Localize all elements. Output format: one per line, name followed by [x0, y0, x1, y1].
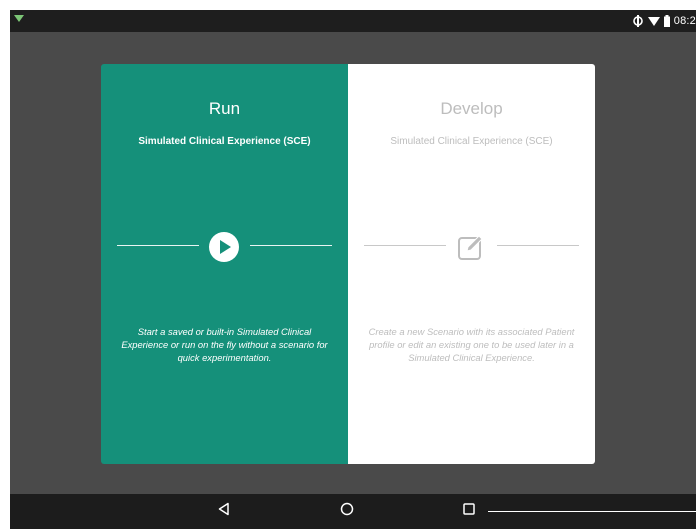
home-button[interactable] [327, 494, 367, 529]
data-sync-icon [632, 15, 644, 27]
notification-icon [14, 15, 24, 22]
edit-icon[interactable] [454, 230, 488, 264]
divider-line-right [250, 245, 332, 246]
home-icon [340, 502, 354, 521]
status-icons: 08:2 [632, 14, 696, 28]
main-content: Run Simulated Clinical Experience (SCE) … [10, 32, 696, 494]
develop-subtitle: Simulated Clinical Experience (SCE) [390, 136, 553, 147]
run-subtitle: Simulated Clinical Experience (SCE) [138, 136, 311, 147]
run-divider [101, 228, 348, 264]
device-screen: 08:2 Run Simulated Clinical Experience (… [10, 10, 696, 529]
develop-divider [348, 228, 595, 264]
run-panel[interactable]: Run Simulated Clinical Experience (SCE) … [101, 64, 348, 464]
battery-icon [663, 15, 670, 27]
develop-title: Develop [440, 99, 503, 118]
back-button[interactable] [204, 494, 244, 529]
play-icon[interactable] [207, 230, 241, 264]
mode-selection-card: Run Simulated Clinical Experience (SCE) … [101, 64, 595, 464]
divider-line-left [117, 245, 199, 246]
back-icon [217, 502, 231, 521]
develop-description: Create a new Scenario with its associate… [368, 326, 575, 363]
develop-panel[interactable]: Develop Simulated Clinical Experience (S… [348, 64, 595, 464]
status-time: 08:2 [673, 15, 696, 27]
recent-apps-icon [462, 502, 476, 521]
divider-line-right [497, 245, 579, 246]
gesture-line [488, 511, 696, 512]
wifi-icon [647, 16, 660, 27]
run-title: Run [208, 99, 241, 118]
recent-apps-button[interactable] [449, 494, 489, 529]
status-bar: 08:2 [10, 10, 696, 32]
run-description: Start a saved or built-in Simulated Clin… [121, 326, 328, 363]
navigation-bar [10, 494, 696, 529]
divider-line-left [364, 245, 446, 246]
